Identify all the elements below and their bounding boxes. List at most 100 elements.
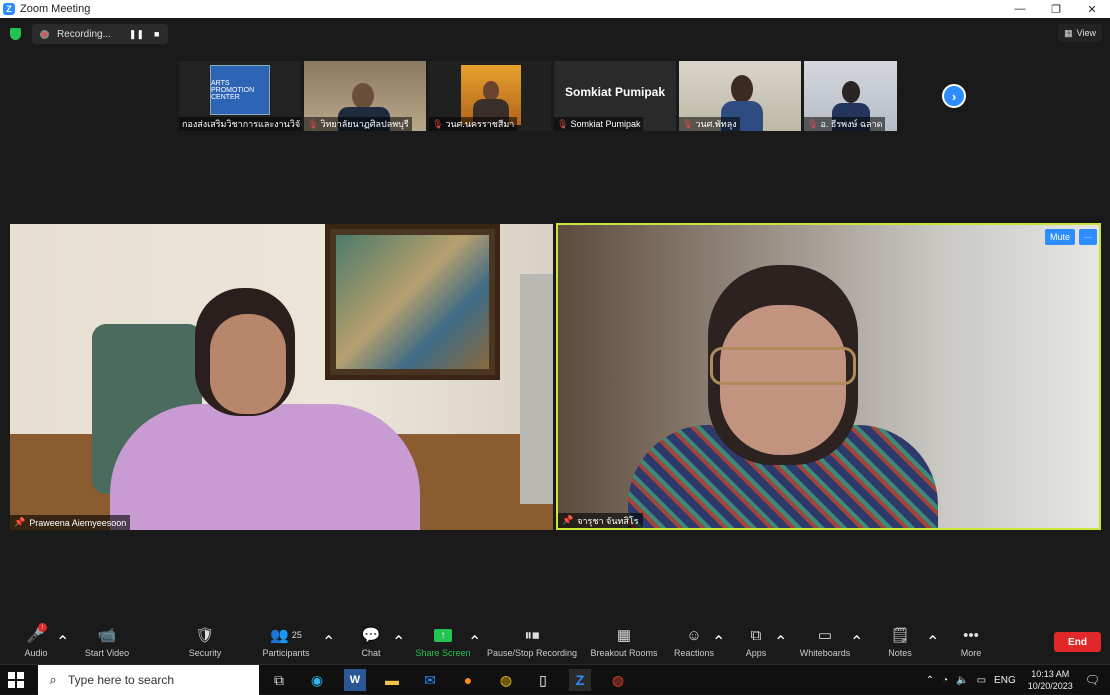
start-video-button[interactable]: 📹 Start Video [80, 624, 134, 664]
participant-strip: ARTS PROMOTION CENTER กองส่งเสริมวิชาการ… [179, 61, 897, 131]
pause-stop-recording-button[interactable]: ⏸⏹ Pause/Stop Recording [486, 624, 578, 664]
notes-button[interactable]: 🗒 Notes [886, 624, 914, 664]
breakout-grid-icon: ▦ [616, 627, 632, 644]
muted-mic-icon: 🎙 [807, 118, 819, 129]
whiteboard-icon: ▭ [817, 627, 833, 644]
encryption-shield-icon[interactable] [10, 28, 21, 40]
video-off-icon: 📹 [97, 627, 117, 644]
pin-icon: 📌 [562, 515, 574, 525]
whiteboards-button[interactable]: ▭ Whiteboards [798, 624, 852, 664]
tray-overflow-icon[interactable]: ⌃ [926, 675, 934, 686]
participant-thumbnail[interactable]: 🎙 อ. ธีรพงษ์ ฉลาด [804, 61, 897, 131]
word-icon[interactable]: W [344, 669, 366, 691]
video-name-text: จารุชา จันทสิโร [577, 515, 639, 526]
chat-caret-icon[interactable]: ⌃ [392, 632, 405, 652]
window-controls: — ❐ ✕ [1002, 0, 1110, 18]
breakout-rooms-button[interactable]: ▦ Breakout Rooms [590, 624, 658, 664]
mail-icon[interactable]: ✉ [419, 669, 441, 691]
apps-button[interactable]: ⧉ Apps [744, 624, 768, 664]
whiteboards-label: Whiteboards [799, 648, 851, 658]
participant-name: 🎙 วนศ.พัทลุง [679, 117, 740, 131]
participant-head [731, 75, 753, 103]
video-tile-left[interactable]: 📌 Praweena Aiemyeesoon [10, 224, 553, 530]
zoom-app-icon[interactable]: Z [569, 669, 591, 691]
reactions-label: Reactions [673, 648, 715, 658]
recording-indicator: Recording... ❚❚ ■ [32, 24, 168, 44]
participant-head [352, 83, 374, 109]
share-screen-button[interactable]: ↑ Share Screen [414, 624, 472, 664]
participants-icon: 👥 25 [270, 627, 302, 644]
mute-participant-button[interactable]: Mute [1044, 229, 1075, 245]
restore-button[interactable]: ❐ [1038, 0, 1074, 18]
window-title: Zoom Meeting [20, 3, 91, 15]
chat-button[interactable]: 💬 Chat [358, 624, 384, 664]
participants-button[interactable]: 👥 25 Participants [260, 624, 312, 664]
chat-label: Chat [361, 648, 381, 658]
share-screen-icon: ↑ [434, 624, 452, 646]
next-page-arrow-icon[interactable]: › [942, 84, 966, 108]
participant-head [483, 81, 499, 101]
more-button[interactable]: ••• More [958, 624, 984, 664]
firefox-icon[interactable]: ● [457, 669, 479, 691]
stop-recording-button[interactable]: ■ [154, 29, 159, 39]
pause-recording-button[interactable]: ❚❚ [129, 29, 144, 40]
notes-label: Notes [888, 648, 912, 658]
whiteboards-caret-icon[interactable]: ⌃ [850, 632, 863, 652]
audio-options-caret-icon[interactable]: ⌃ [56, 632, 69, 652]
notification-icon[interactable]: 🗨 [1085, 673, 1100, 687]
organization-logo: ARTS PROMOTION CENTER [210, 65, 270, 115]
display-icon[interactable]: ▭ [977, 675, 986, 686]
participant-thumbnail[interactable]: Somkiat Pumipak 🎙 Somkiat Pumipak [554, 61, 676, 131]
participant-name: 🎙 วนศ.นครราชสีมา [429, 117, 518, 131]
more-options-button[interactable]: ··· [1079, 229, 1097, 245]
audio-alert-badge: ! [37, 623, 47, 632]
audio-button[interactable]: 🎤! Audio [22, 623, 50, 664]
end-meeting-button[interactable]: End [1054, 632, 1101, 652]
speaker-icon[interactable]: 🔈 [956, 675, 968, 686]
notepad-icon[interactable]: ▯ [532, 669, 554, 691]
painting-art [336, 235, 489, 369]
microphone-icon: 🎤! [26, 623, 47, 644]
more-dots-icon: ••• [963, 626, 979, 644]
taskbar-search[interactable]: ⌕ Type here to search [38, 665, 259, 695]
minimize-button[interactable]: — [1002, 0, 1038, 18]
security-button[interactable]: 🛡 Security [186, 624, 224, 664]
chat-bubble-icon: 💬 [361, 627, 381, 644]
reactions-button[interactable]: ☺ Reactions [674, 624, 714, 664]
search-placeholder: Type here to search [68, 673, 175, 687]
start-video-label: Start Video [84, 648, 130, 658]
windows-start-icon[interactable] [8, 672, 24, 688]
view-button[interactable]: ▦ View [1058, 24, 1102, 42]
participants-caret-icon[interactable]: ⌃ [322, 632, 335, 652]
windows-taskbar: ⌕ Type here to search ⧉ ◉ W ▬ ✉ ● ◍ ▯ Z … [0, 664, 1110, 695]
edge-browser-icon[interactable]: ◉ [306, 669, 328, 691]
chrome-icon[interactable]: ◍ [495, 669, 517, 691]
participant-thumbnail[interactable]: 🎙 วนศ.นครราชสีมา [429, 61, 551, 131]
security-label: Security [188, 648, 222, 658]
taskbar-clock[interactable]: 10:13 AM 10/20/2023 [1028, 668, 1073, 692]
video-name-label: 📌 Praweena Aiemyeesoon [10, 515, 131, 530]
network-icon[interactable]: ◔ [942, 675, 948, 686]
task-view-icon[interactable]: ⧉ [268, 669, 290, 691]
share-caret-icon[interactable]: ⌃ [468, 632, 481, 652]
muted-mic-icon: 🎙 [432, 118, 444, 129]
video-tile-right[interactable]: Mute ··· 📌 จารุชา จันทสิโร [556, 223, 1101, 530]
participant-thumbnail[interactable]: ARTS PROMOTION CENTER กองส่งเสริมวิชาการ… [179, 61, 301, 131]
participant-name: 🎙 Somkiat Pumipak [554, 117, 644, 131]
video-name-label: 📌 จารุชา จันทสิโร [558, 513, 643, 528]
view-label: View [1076, 28, 1096, 38]
audio-label: Audio [24, 648, 48, 658]
chrome-profile-icon[interactable]: ◍ [607, 669, 629, 691]
notes-caret-icon[interactable]: ⌃ [926, 632, 939, 652]
participant-name: 🎙 วิทยาลัยนาฏศิลปลพบุรี [304, 117, 412, 131]
close-button[interactable]: ✕ [1074, 0, 1110, 18]
muted-mic-icon: 🎙 [682, 118, 694, 129]
participant-thumbnail[interactable]: 🎙 วนศ.พัทลุง [679, 61, 801, 131]
reactions-caret-icon[interactable]: ⌃ [712, 632, 725, 652]
language-indicator[interactable]: ENG [994, 675, 1016, 686]
pin-icon: 📌 [14, 517, 26, 527]
participant-thumbnail[interactable]: 🎙 วิทยาลัยนาฏศิลปลพบุรี [304, 61, 426, 131]
apps-icon: ⧉ [750, 626, 762, 644]
apps-caret-icon[interactable]: ⌃ [774, 632, 787, 652]
file-explorer-icon[interactable]: ▬ [381, 669, 403, 691]
